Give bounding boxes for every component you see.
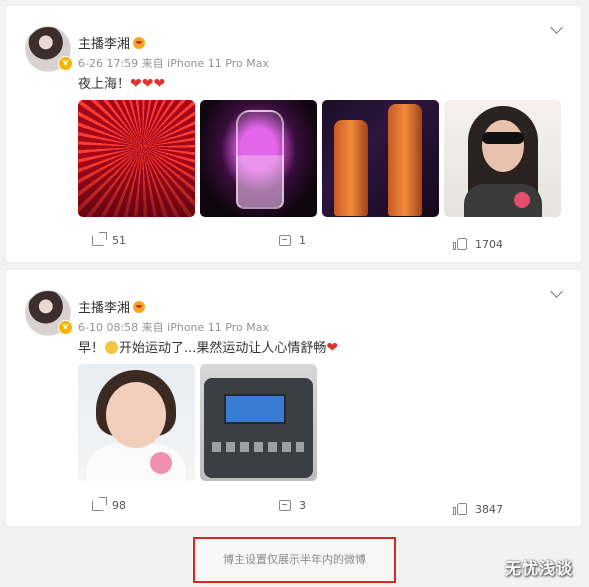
post-text: 早！ 开始运动了...果然运动让人心情舒畅❤ — [78, 337, 338, 356]
bottle-shape — [388, 104, 422, 216]
comment-icon — [279, 235, 291, 246]
post-timestamp[interactable]: 6-10 08:58 — [78, 321, 138, 334]
treadmill-console-shape — [204, 378, 313, 478]
glass-shape — [236, 110, 284, 209]
member-crown-icon — [133, 37, 146, 49]
post-meta: 6-10 08:58 来自 iPhone 11 Pro Max — [78, 319, 269, 335]
post-meta: 6-26 17:59 来自 iPhone 11 Pro Max — [78, 55, 269, 71]
post-author[interactable]: 主播李湘 — [78, 33, 146, 52]
post-text: 夜上海！❤❤❤ — [78, 73, 165, 92]
weibo-post-card: v 主播李湘 6-10 08:58 来自 iPhone 11 Pro Max 早… — [5, 269, 582, 527]
comment-button[interactable]: 1 — [279, 234, 306, 247]
post-actions: 51 1 1704 — [6, 231, 581, 253]
post-image-4[interactable] — [444, 100, 561, 217]
chevron-down-icon[interactable] — [550, 21, 563, 34]
verified-badge-icon: v — [58, 56, 73, 71]
post-image-1[interactable] — [78, 100, 195, 217]
comment-count: 1 — [299, 234, 306, 247]
verified-badge-icon: v — [58, 320, 73, 335]
post-text-content: 开始运动了...果然运动让人心情舒畅 — [119, 341, 327, 356]
post-image-2[interactable] — [200, 364, 317, 481]
share-icon — [92, 497, 107, 511]
console-buttons-shape — [212, 442, 304, 452]
post-source: 来自 iPhone 11 Pro Max — [141, 321, 269, 334]
shirt-shape — [464, 184, 542, 217]
post-text-content: 夜上海！ — [78, 77, 131, 92]
share-count: 98 — [112, 499, 126, 512]
author-name[interactable]: 主播李湘 — [78, 301, 130, 316]
post-author[interactable]: 主播李湘 — [78, 297, 146, 316]
share-button[interactable]: 98 — [92, 497, 126, 512]
thumbs-up-icon — [453, 502, 467, 515]
member-crown-icon — [133, 301, 146, 313]
post-source: 来自 iPhone 11 Pro Max — [141, 57, 269, 70]
cup-shape — [514, 192, 530, 208]
smile-emoji-icon — [105, 341, 119, 354]
console-screen-shape — [224, 394, 286, 424]
watermark: 无忧浅谈 — [505, 559, 574, 578]
comment-button[interactable]: 3 — [279, 499, 306, 512]
like-count: 3847 — [475, 503, 503, 516]
face-shape — [482, 120, 524, 172]
heart-emoji-icon: ❤❤❤ — [130, 76, 166, 92]
comment-icon — [279, 500, 291, 511]
privacy-notice: 博主设置仅展示半年内的微博 — [193, 537, 396, 583]
sunglasses-shape — [482, 132, 524, 144]
like-count: 1704 — [475, 238, 503, 251]
post-image-3[interactable] — [322, 100, 439, 217]
comment-count: 3 — [299, 499, 306, 512]
share-count: 51 — [112, 234, 126, 247]
chevron-down-icon[interactable] — [550, 285, 563, 298]
post-actions: 98 3 3847 — [6, 496, 581, 518]
like-button[interactable]: 1704 — [453, 237, 503, 251]
post-text-content: 早！ — [78, 341, 105, 356]
bottle-shape — [334, 120, 368, 216]
author-name[interactable]: 主播李湘 — [78, 37, 130, 52]
like-button[interactable]: 3847 — [453, 502, 503, 516]
weibo-post-card: v 主播李湘 6-26 17:59 来自 iPhone 11 Pro Max 夜… — [5, 5, 582, 263]
face-shape — [106, 382, 166, 448]
post-image-2[interactable] — [200, 100, 317, 217]
thumbs-up-icon — [453, 237, 467, 250]
share-icon — [92, 232, 107, 246]
post-timestamp[interactable]: 6-26 17:59 — [78, 57, 138, 70]
post-image-1[interactable] — [78, 364, 195, 481]
heart-emoji-icon: ❤ — [326, 340, 339, 356]
flower-sticker-shape — [150, 452, 172, 474]
share-button[interactable]: 51 — [92, 232, 126, 247]
